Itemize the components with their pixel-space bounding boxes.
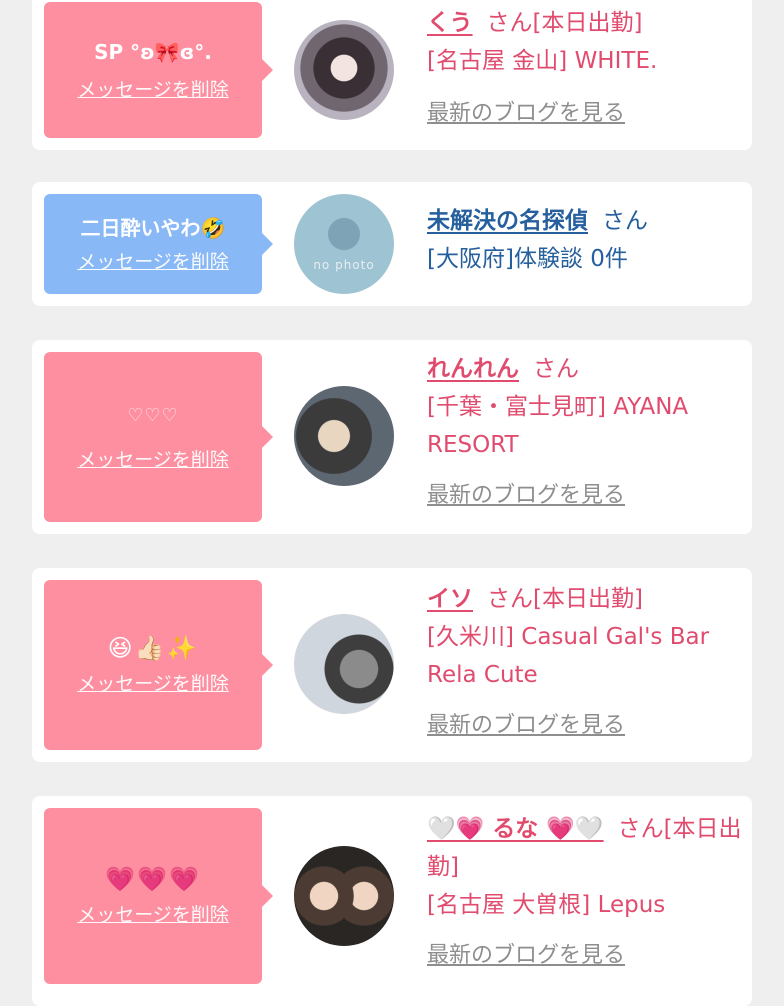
shop-label: [名古屋 金山] WHITE. [427, 48, 658, 74]
message-text: ♡♡♡ [127, 404, 179, 426]
honorific: さん [487, 586, 533, 612]
message-card: 💗💗💗 メッセージを削除 🤍💗 るな 💗🤍 さん[本日出勤] [名古屋 大曽根] … [32, 796, 752, 1006]
honorific: さん [486, 10, 533, 36]
avatar[interactable] [294, 614, 394, 714]
delete-message-link[interactable]: メッセージを削除 [77, 247, 229, 274]
message-card: 二日酔いやわ🤣 メッセージを削除 no photo 未解決の名探偵 さん [大阪府… [32, 182, 752, 306]
message-card: ♡♡♡ メッセージを削除 れんれん さん [千葉・富士見町] AYANA RESO… [32, 340, 752, 534]
message-text: 😆👍🏻✨ [107, 633, 199, 662]
blog-link[interactable]: 最新のブログを見る [427, 101, 625, 126]
delete-message-link[interactable]: メッセージを削除 [77, 669, 229, 696]
message-text: 💗💗💗 [105, 864, 201, 893]
message-bubble: 💗💗💗 メッセージを削除 [44, 808, 273, 984]
entry-info: れんれん さん [千葉・富士見町] AYANA RESORT 最新のブログを見る [427, 350, 745, 515]
no-photo-label: no photo [313, 258, 375, 272]
user-name-link[interactable]: れんれん [427, 356, 519, 382]
avatar[interactable] [294, 846, 394, 946]
user-name-link[interactable]: 🤍💗 るな 💗🤍 [427, 816, 604, 842]
honorific: さん [602, 208, 648, 234]
entry-info: 未解決の名探偵 さん [大阪府]体験談 0件 [427, 202, 745, 278]
message-card: SP °ʚ🎀ɞ°. メッセージを削除 くう さん[本日出勤] [名古屋 金山] W… [32, 0, 752, 150]
message-bubble: 😆👍🏻✨ メッセージを削除 [44, 580, 273, 750]
blog-link[interactable]: 最新のブログを見る [427, 483, 625, 508]
message-bubble: SP °ʚ🎀ɞ°. メッセージを削除 [44, 2, 273, 138]
blog-link[interactable]: 最新のブログを見る [427, 943, 625, 968]
blog-link[interactable]: 最新のブログを見る [427, 713, 625, 738]
honorific: さん [617, 816, 664, 842]
user-name-link[interactable]: くう [427, 10, 473, 36]
status-label: [本日出勤] [533, 586, 643, 612]
entry-info: イソ さん[本日出勤] [久米川] Casual Gal's Bar Rela C… [427, 580, 745, 745]
entry-info: 🤍💗 るな 💗🤍 さん[本日出勤] [名古屋 大曽根] Lepus 最新のブログを… [427, 810, 745, 975]
entry-info: くう さん[本日出勤] [名古屋 金山] WHITE. 最新のブログを見る [427, 4, 745, 133]
message-bubble: 二日酔いやわ🤣 メッセージを削除 [44, 194, 273, 294]
user-name-link[interactable]: 未解決の名探偵 [427, 208, 588, 234]
shop-label: [千葉・富士見町] AYANA RESORT [427, 394, 689, 458]
user-name-link[interactable]: イソ [427, 586, 473, 612]
no-photo-avatar[interactable]: no photo [294, 194, 394, 294]
avatar[interactable] [294, 386, 394, 486]
shop-label: [久米川] Casual Gal's Bar Rela Cute [427, 624, 710, 688]
shop-label: [名古屋 大曽根] Lepus [427, 892, 666, 918]
message-bubble: ♡♡♡ メッセージを削除 [44, 352, 273, 522]
delete-message-link[interactable]: メッセージを削除 [77, 75, 229, 102]
status-label: [本日出勤] [532, 10, 643, 36]
review-count-label: [大阪府]体験談 0件 [427, 246, 628, 272]
message-text: SP °ʚ🎀ɞ°. [94, 39, 212, 64]
message-text: 二日酔いやわ🤣 [80, 215, 226, 240]
delete-message-link[interactable]: メッセージを削除 [77, 445, 229, 472]
honorific: さん [533, 356, 579, 382]
message-card: 😆👍🏻✨ メッセージを削除 イソ さん[本日出勤] [久米川] Casual Ga… [32, 568, 752, 762]
avatar[interactable] [294, 20, 394, 120]
delete-message-link[interactable]: メッセージを削除 [77, 900, 229, 927]
